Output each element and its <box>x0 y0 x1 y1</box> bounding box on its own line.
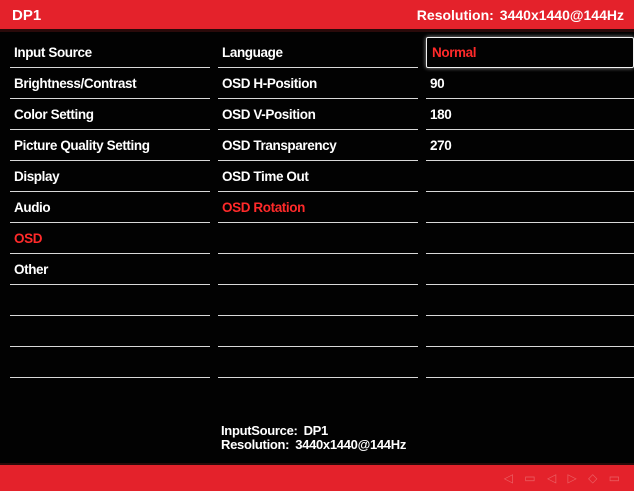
option-normal[interactable]: Normal <box>426 37 634 68</box>
submenu-item-label: OSD Time Out <box>222 169 309 184</box>
submenu-item-osd-transparency[interactable]: OSD Transparency <box>218 130 418 161</box>
option-270[interactable]: 270 <box>426 130 634 161</box>
resolution-label: Resolution: <box>416 7 494 23</box>
submenu-item-label: OSD V-Position <box>222 107 316 122</box>
menu-item-picture-quality[interactable]: Picture Quality Setting <box>10 130 210 161</box>
option-empty <box>426 192 634 223</box>
navigation-icons: ◁ ▭ ◁ ▷ ◇ ▭ <box>503 471 624 485</box>
submenu-item-label: Language <box>222 45 283 60</box>
resolution-indicator: Resolution: 3440x1440@144Hz <box>417 7 624 23</box>
footer-input-value: DP1 <box>303 423 329 438</box>
menu-item-label: Brightness/Contrast <box>14 76 137 91</box>
option-label: 180 <box>430 107 452 122</box>
footer-resolution-line: Resolution: 3440x1440@144Hz <box>221 438 406 452</box>
option-label: 270 <box>430 138 452 153</box>
option-empty <box>426 161 634 192</box>
submenu-item-osd-h-position[interactable]: OSD H-Position <box>218 68 418 99</box>
submenu-item-language[interactable]: Language <box>218 37 418 68</box>
option-empty <box>426 254 634 285</box>
osd-submenu: Language OSD H-Position OSD V-Position O… <box>218 37 418 378</box>
option-empty <box>426 316 634 347</box>
submenu-item-label: OSD H-Position <box>222 76 317 91</box>
input-indicator: DP1 <box>12 7 42 24</box>
rotation-options: Normal 90 180 270 <box>426 37 634 378</box>
submenu-item-empty <box>218 347 418 378</box>
menu-item-label: Display <box>14 169 60 184</box>
submenu-item-empty <box>218 223 418 254</box>
menu-item-label: Picture Quality Setting <box>14 138 150 153</box>
menu-item-label: Audio <box>14 200 51 215</box>
menu-item-color-setting[interactable]: Color Setting <box>10 99 210 130</box>
osd-menu: DP1 Resolution: 3440x1440@144Hz Input Sou… <box>0 0 634 491</box>
menu-item-label: Color Setting <box>14 107 94 122</box>
option-empty <box>426 285 634 316</box>
submenu-item-osd-rotation[interactable]: OSD Rotation <box>218 192 418 223</box>
menu-item-audio[interactable]: Audio <box>10 192 210 223</box>
menu-item-label: OSD <box>14 231 43 246</box>
menu-item-label: Other <box>14 262 49 277</box>
menu-item-empty <box>10 347 210 378</box>
menu-item-empty <box>10 316 210 347</box>
menu-item-osd[interactable]: OSD <box>10 223 210 254</box>
menu-item-brightness-contrast[interactable]: Brightness/Contrast <box>10 68 210 99</box>
header-bar: DP1 Resolution: 3440x1440@144Hz <box>0 0 634 32</box>
menu-item-label: Input Source <box>14 45 92 60</box>
submenu-item-osd-v-position[interactable]: OSD V-Position <box>218 99 418 130</box>
footer-resolution-value: 3440x1440@144Hz <box>295 437 407 452</box>
submenu-item-osd-time-out[interactable]: OSD Time Out <box>218 161 418 192</box>
submenu-item-empty <box>218 254 418 285</box>
option-empty <box>426 223 634 254</box>
submenu-item-empty <box>218 316 418 347</box>
footer-resolution-label: Resolution: <box>221 437 290 452</box>
option-empty <box>426 347 634 378</box>
footer-bar: ◁ ▭ ◁ ▷ ◇ ▭ <box>0 463 634 491</box>
option-label: Normal <box>432 45 477 60</box>
footer-input-label: InputSource: <box>221 423 298 438</box>
submenu-item-label: OSD Rotation <box>222 200 305 215</box>
footer-info: InputSource: DP1 Resolution: 3440x1440@144… <box>221 424 406 452</box>
menu-item-input-source[interactable]: Input Source <box>10 37 210 68</box>
submenu-item-empty <box>218 285 418 316</box>
submenu-item-label: OSD Transparency <box>222 138 337 153</box>
option-90[interactable]: 90 <box>426 68 634 99</box>
option-180[interactable]: 180 <box>426 99 634 130</box>
menu-item-other[interactable]: Other <box>10 254 210 285</box>
menu-item-empty <box>10 285 210 316</box>
resolution-value: 3440x1440@144Hz <box>499 7 624 23</box>
footer-input-line: InputSource: DP1 <box>221 424 406 438</box>
option-label: 90 <box>430 76 445 91</box>
menu-item-display[interactable]: Display <box>10 161 210 192</box>
main-menu: Input Source Brightness/Contrast Color S… <box>10 37 210 378</box>
